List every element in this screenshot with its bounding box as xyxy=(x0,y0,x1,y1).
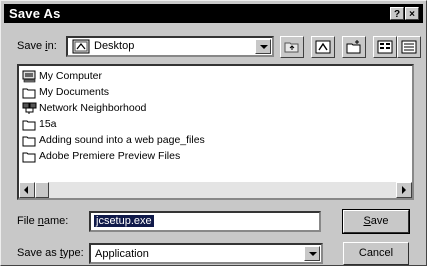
details-view-button[interactable] xyxy=(397,36,421,58)
save-in-label: Save in: xyxy=(17,40,57,52)
save-button-accel: S xyxy=(363,215,371,227)
save-in-label-suffix: n: xyxy=(47,40,57,52)
list-item-label: Network Neighborhood xyxy=(39,102,147,114)
save-as-type-label-suffix: ype: xyxy=(62,247,84,259)
chevron-down-icon[interactable] xyxy=(304,246,320,261)
save-button[interactable]: Save xyxy=(342,209,410,234)
window-title: Save As xyxy=(9,6,61,21)
save-button-label: ave xyxy=(370,215,389,227)
file-name-label-prefix: File xyxy=(17,215,38,227)
desktop-icon xyxy=(72,39,90,54)
save-as-type-dropdown[interactable]: Application xyxy=(89,243,323,264)
list-item-label: My Documents xyxy=(39,86,110,98)
file-name-label-suffix: ame: xyxy=(43,215,69,227)
help-button[interactable]: ? xyxy=(390,7,404,20)
save-as-dialog: Save As ? × Save in: Desktop My Computer… xyxy=(0,0,427,266)
up-one-level-button[interactable] xyxy=(280,36,304,58)
go-to-desktop-icon xyxy=(315,40,331,54)
scrollbar-thumb[interactable] xyxy=(35,182,49,198)
folder-icon xyxy=(22,86,37,99)
chevron-down-icon[interactable] xyxy=(255,39,271,54)
my-computer-icon xyxy=(22,70,37,83)
go-to-desktop-button[interactable] xyxy=(311,36,335,58)
list-item-label: 15a xyxy=(39,118,57,130)
file-name-field[interactable]: jcsetup.exe xyxy=(89,211,321,232)
save-in-value: Desktop xyxy=(94,40,135,52)
scroll-left-button[interactable] xyxy=(19,182,35,198)
save-in-dropdown[interactable]: Desktop xyxy=(66,36,274,57)
create-new-folder-icon xyxy=(346,40,361,54)
file-list[interactable]: My Computer My Documents Network Neighbo… xyxy=(17,64,414,200)
save-as-type-label-prefix: Save as xyxy=(17,247,60,259)
folder-icon xyxy=(22,150,37,163)
network-neighborhood-icon xyxy=(22,102,37,115)
file-name-value: jcsetup.exe xyxy=(94,215,154,227)
save-in-label-prefix: Save xyxy=(17,40,46,52)
close-button[interactable]: × xyxy=(405,7,419,20)
create-new-folder-button[interactable] xyxy=(342,36,366,58)
list-item-label: Adobe Premiere Preview Files xyxy=(39,150,181,162)
scroll-right-button[interactable] xyxy=(396,182,412,198)
save-as-type-label: Save as type: xyxy=(17,247,84,259)
up-one-level-icon xyxy=(284,42,299,53)
list-view-button[interactable] xyxy=(373,36,397,58)
title-bar: Save As ? × xyxy=(4,4,423,23)
list-item-label: My Computer xyxy=(39,70,103,82)
save-as-type-value: Application xyxy=(95,248,149,260)
file-name-label: File name: xyxy=(17,215,68,227)
details-view-icon xyxy=(401,40,417,54)
cancel-button[interactable]: Cancel xyxy=(343,242,409,265)
list-view-icon xyxy=(377,40,393,54)
folder-icon xyxy=(22,134,37,147)
horizontal-scrollbar[interactable] xyxy=(19,182,412,198)
folder-icon xyxy=(22,118,37,131)
list-item-label: Adding sound into a web page_files xyxy=(39,134,205,146)
